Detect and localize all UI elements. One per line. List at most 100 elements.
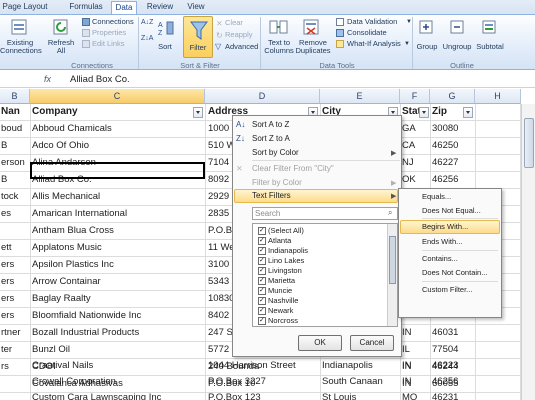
cell-company[interactable]: Craatival Nails xyxy=(32,358,204,374)
cell-state[interactable]: NJ xyxy=(402,155,429,171)
cell-zip[interactable]: 46223 xyxy=(432,358,474,374)
checkbox[interactable] xyxy=(258,306,266,315)
cell-company[interactable]: Baglay Raalty xyxy=(32,291,204,307)
ok-button[interactable]: OK xyxy=(298,335,342,351)
cell-zip[interactable]: 46031 xyxy=(432,325,474,341)
menu-sort-za[interactable]: Sort Z to A xyxy=(252,134,290,144)
checkbox-select-all[interactable] xyxy=(258,226,266,235)
checkbox[interactable] xyxy=(258,266,266,275)
cell-state[interactable]: IN xyxy=(402,325,429,341)
cell-company[interactable]: Crowall Corporation xyxy=(32,374,204,390)
menu-text-filters[interactable]: Text Filters xyxy=(252,191,291,201)
cell-company[interactable]: Applatons Music xyxy=(32,240,204,256)
list-item[interactable]: (Select All) xyxy=(268,226,304,235)
column-header-c[interactable]: C xyxy=(30,89,205,104)
cell-state[interactable]: OK xyxy=(402,172,429,188)
filter-search-input[interactable]: Search xyxy=(252,207,398,220)
cell-b[interactable]: B xyxy=(1,138,30,154)
formula-value[interactable]: Alliad Box Co. xyxy=(70,74,130,85)
cell-company[interactable]: Bloomfiald Nationwide Inc xyxy=(32,308,204,324)
cell-company[interactable]: Apsilon Plastics Inc xyxy=(32,257,204,273)
cell-address[interactable]: P.O.Box 3227 xyxy=(208,374,320,390)
list-item[interactable]: Livingston xyxy=(268,266,302,275)
cell-company[interactable]: Custom Cara Lawnscaping Inc xyxy=(32,390,204,400)
list-item[interactable]: Nashville xyxy=(268,296,298,305)
cell-zip[interactable]: 46231 xyxy=(432,390,474,400)
list-item[interactable]: Indianapolis xyxy=(268,246,308,255)
header-cell-company[interactable]: Company xyxy=(32,104,182,120)
cell-b[interactable]: B xyxy=(1,172,30,188)
fx-icon[interactable]: fx xyxy=(44,74,51,84)
cell-state[interactable]: IN xyxy=(402,374,429,390)
cell-company[interactable]: Bunzl Oil xyxy=(32,342,204,358)
submenu-equals[interactable]: Equals... xyxy=(422,192,451,202)
submenu-does-not-equal[interactable]: Does Not Equal... xyxy=(422,206,481,216)
header-cell-zip[interactable]: Zip xyxy=(432,104,462,120)
cell-zip[interactable]: 46256 xyxy=(432,374,474,390)
tab-view[interactable]: View xyxy=(184,1,208,14)
list-item[interactable]: Lino Lakes xyxy=(268,256,304,265)
menu-sort-az[interactable]: Sort A to Z xyxy=(252,120,289,130)
cell-city[interactable]: St Louis xyxy=(322,390,399,400)
filter-button[interactable]: Filter xyxy=(183,16,213,58)
cell-company[interactable]: Amarican International xyxy=(32,206,204,222)
cell-b[interactable]: rs xyxy=(1,359,30,375)
list-scrollbar[interactable] xyxy=(387,224,397,326)
column-header-h[interactable]: H xyxy=(475,89,521,104)
cell-address[interactable]: P.O.Box 123 xyxy=(208,390,320,400)
cell-b[interactable]: ter xyxy=(1,342,30,358)
column-header-d[interactable]: D xyxy=(205,89,320,104)
cell-state[interactable]: IN xyxy=(402,358,429,374)
submenu-does-not-contain[interactable]: Does Not Contain... xyxy=(422,268,487,278)
cell-b[interactable]: ers xyxy=(1,274,30,290)
vertical-scrollbar[interactable] xyxy=(521,104,535,400)
checkbox[interactable] xyxy=(258,256,266,265)
cell-address[interactable]: 1044 Harrison Street xyxy=(208,358,320,374)
cell-company[interactable]: Allis Mechanical xyxy=(32,189,204,205)
checkbox[interactable] xyxy=(258,276,266,285)
checkbox[interactable] xyxy=(258,286,266,295)
cell-company[interactable]: Arrow Containar xyxy=(32,274,204,290)
checkbox[interactable] xyxy=(258,296,266,305)
checkbox[interactable] xyxy=(258,316,266,325)
filter-dropdown-state[interactable] xyxy=(419,107,429,118)
cell-b[interactable]: ers xyxy=(1,308,30,324)
cell-b[interactable]: ett xyxy=(1,240,30,256)
list-item[interactable]: Atlanta xyxy=(268,236,291,245)
cell-b[interactable]: ers xyxy=(1,257,30,273)
column-header-f[interactable]: F xyxy=(400,89,430,104)
cell-zip[interactable]: 46256 xyxy=(432,172,474,188)
cell-state[interactable]: CA xyxy=(402,138,429,154)
submenu-ends-with[interactable]: Ends With... xyxy=(422,237,462,247)
cell-b[interactable]: rtner xyxy=(1,325,30,341)
header-cell-b[interactable]: Nan xyxy=(1,104,30,120)
scrollbar-thumb[interactable] xyxy=(524,118,534,168)
list-item[interactable]: Newark xyxy=(268,306,293,315)
tab-data[interactable]: Data xyxy=(111,1,137,14)
filter-value-list[interactable]: (Select All) Atlanta Indianapolis Lino L… xyxy=(252,223,398,327)
cell-b[interactable]: es xyxy=(1,206,30,222)
cell-b[interactable]: tock xyxy=(1,189,30,205)
cell-b[interactable]: ers xyxy=(1,291,30,307)
tab-review[interactable]: Review xyxy=(146,1,174,14)
cell-company[interactable]: Bozall Industrial Products xyxy=(32,325,204,341)
cell-company[interactable]: Abboud Chamicals xyxy=(32,121,204,137)
list-item[interactable]: Norcross xyxy=(268,316,298,325)
list-item[interactable]: Muncie xyxy=(268,286,292,295)
cell-zip[interactable]: 30080 xyxy=(432,121,474,137)
tab-page-layout[interactable]: Page Layout xyxy=(2,1,48,14)
cell-company[interactable]: Adco Of Ohio xyxy=(32,138,204,154)
cell-zip[interactable]: 77504 xyxy=(432,342,474,358)
submenu-begins-with[interactable]: Begins With... xyxy=(422,222,468,232)
cell-state[interactable]: IL xyxy=(402,342,429,358)
filter-dropdown-zip[interactable] xyxy=(463,107,473,118)
list-scrollbar-thumb[interactable] xyxy=(389,236,396,284)
tab-formulas[interactable]: Formulas xyxy=(66,1,106,14)
cell-city[interactable]: South Canaan xyxy=(322,374,399,390)
column-header-e[interactable]: E xyxy=(320,89,400,104)
column-header-g[interactable]: G xyxy=(430,89,475,104)
list-item[interactable]: Marietta xyxy=(268,276,295,285)
menu-sort-by-color[interactable]: Sort by Color xyxy=(252,148,299,158)
cell-b[interactable]: boud xyxy=(1,121,30,137)
cell-state[interactable]: GA xyxy=(402,121,429,137)
